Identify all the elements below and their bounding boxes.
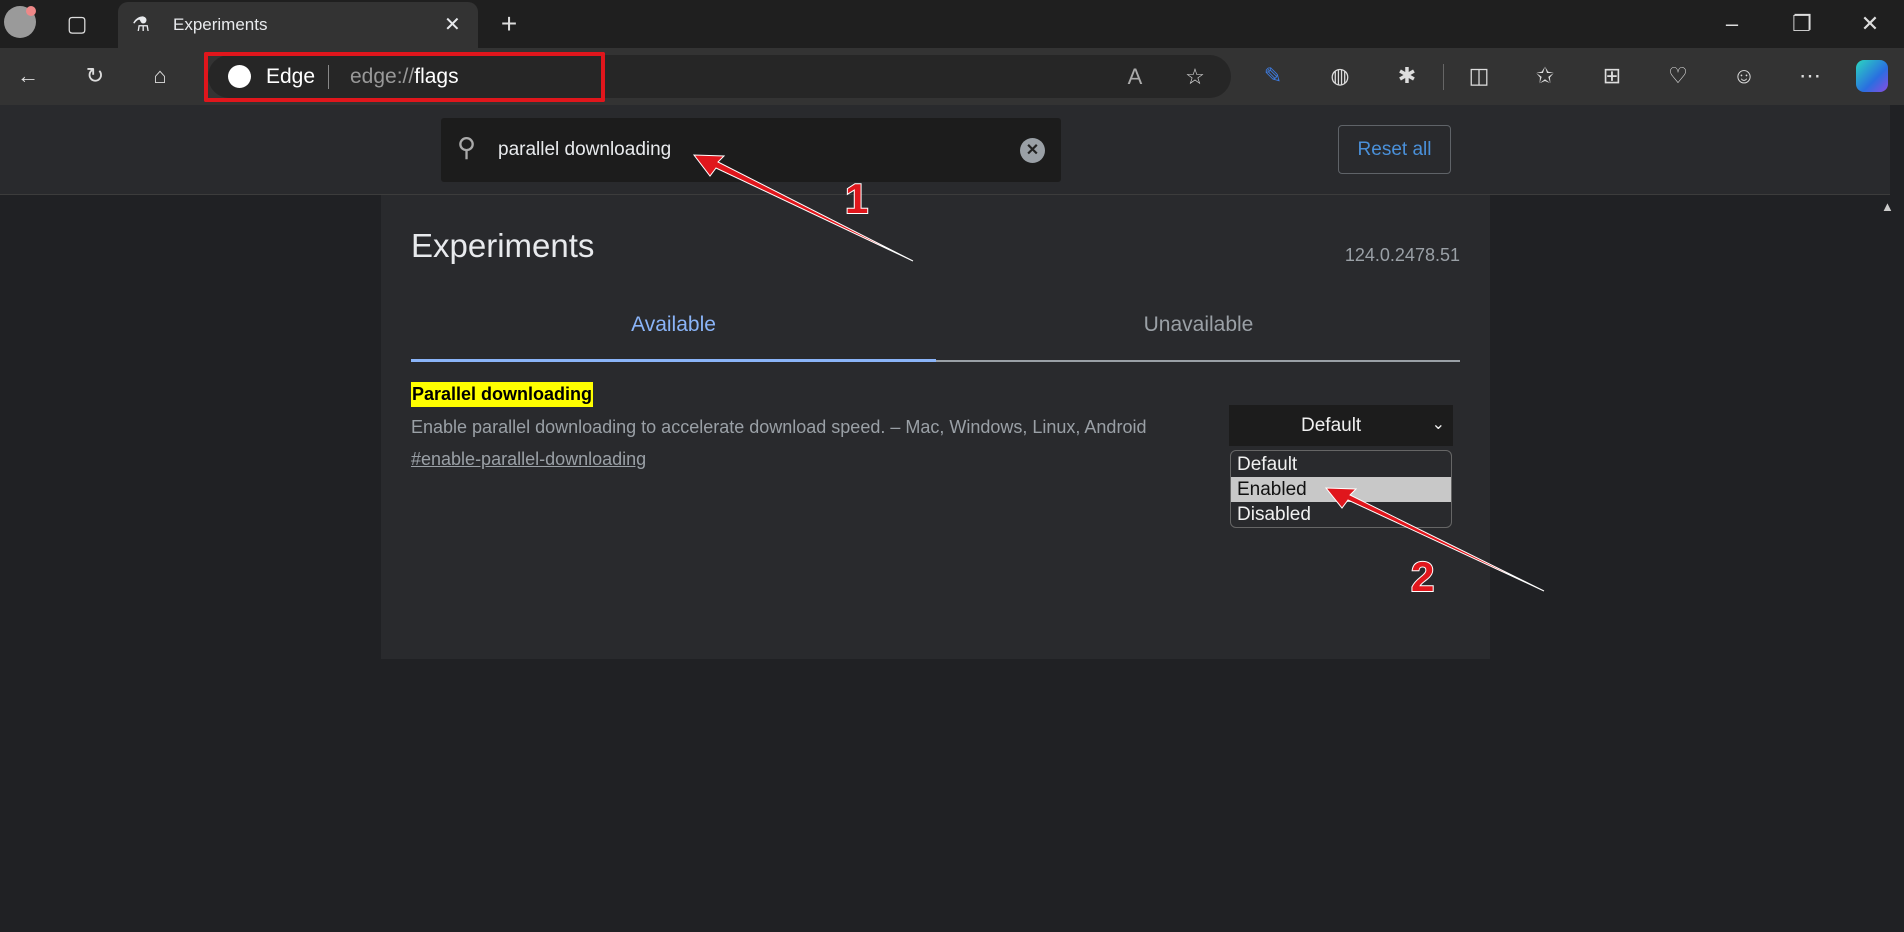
page-title: Experiments — [411, 227, 595, 264]
back-icon[interactable]: ← — [8, 56, 48, 96]
tab-actions-icon[interactable]: ▢ — [57, 4, 97, 44]
minimize-icon[interactable]: – — [1712, 4, 1752, 44]
address-highlight-bottom — [204, 98, 605, 102]
close-window-icon[interactable]: ✕ — [1850, 4, 1890, 44]
search-icon: ⚲ — [457, 132, 477, 162]
search-value: parallel downloading — [498, 139, 672, 160]
copilot-icon[interactable] — [1856, 60, 1888, 92]
favorite-star-icon[interactable]: ☆ — [1175, 57, 1215, 97]
flag-permalink[interactable]: #enable-parallel-downloading — [411, 449, 646, 470]
favorites-icon[interactable]: ✩ — [1525, 56, 1565, 96]
split-screen-icon[interactable]: ◫ — [1459, 56, 1499, 96]
option-enabled[interactable]: Enabled — [1231, 477, 1451, 502]
tab-title: Experiments — [173, 15, 268, 34]
read-aloud-icon[interactable]: A — [1115, 57, 1155, 97]
version-label: 124.0.2478.51 — [1344, 245, 1460, 265]
flag-description: Enable parallel downloading to accelerat… — [411, 417, 1147, 437]
more-icon[interactable]: ⋯ — [1790, 56, 1830, 96]
divider — [328, 65, 329, 89]
clear-search-icon[interactable]: ✕ — [1020, 138, 1045, 163]
scrollbar[interactable]: ▲ — [1872, 195, 1904, 932]
new-tab-icon[interactable]: + — [489, 4, 529, 44]
select-dropdown: Default Enabled Disabled — [1230, 450, 1452, 528]
address-brand: Edge — [266, 65, 316, 88]
chevron-down-icon: ⌄ — [1431, 416, 1445, 433]
step-1-label: 1 — [844, 174, 869, 223]
toolbar: ← ↻ ⌂ Edge edge://flags A ☆ ✎ ◍ ✱ ◫ ✩ ⊞ … — [0, 48, 1904, 105]
flask-icon: ⚗ — [132, 14, 150, 36]
globe-icon[interactable]: ◍ — [1320, 56, 1360, 96]
edge-logo-icon — [228, 65, 251, 88]
notification-dot — [26, 6, 36, 16]
feedback-icon[interactable]: ☺ — [1724, 56, 1764, 96]
extensions-icon[interactable]: ✱ — [1387, 56, 1427, 96]
step-2-label: 2 — [1410, 552, 1435, 601]
tab-experiments[interactable]: ⚗ Experiments ✕ — [118, 2, 478, 48]
url: edge://flags — [350, 65, 459, 88]
select-value: Default — [1301, 415, 1362, 436]
option-disabled[interactable]: Disabled — [1231, 502, 1451, 527]
toolbar-separator — [1443, 64, 1444, 90]
browser-essentials-icon[interactable]: ♡ — [1658, 56, 1698, 96]
close-tab-icon[interactable]: ✕ — [444, 12, 461, 37]
active-tab-indicator — [411, 359, 936, 362]
address-bar[interactable]: Edge edge://flags A ☆ — [208, 55, 1231, 98]
refresh-icon[interactable]: ↻ — [75, 56, 115, 96]
home-icon[interactable]: ⌂ — [140, 56, 180, 96]
flag-name: Parallel downloading — [411, 382, 594, 407]
search-input[interactable]: ⚲ parallel downloading ✕ — [441, 118, 1061, 182]
restore-icon[interactable]: ❐ — [1782, 4, 1822, 44]
scroll-up-icon[interactable]: ▲ — [1881, 199, 1894, 214]
tab-available[interactable]: Available — [411, 313, 936, 337]
tab-strip: ▢ ⚗ Experiments ✕ + – ❐ ✕ — [0, 0, 1904, 48]
collections-icon[interactable]: ⊞ — [1592, 56, 1632, 96]
option-default[interactable]: Default — [1231, 452, 1451, 477]
flag-select[interactable]: Default ⌄ — [1229, 405, 1453, 446]
reset-all-button[interactable]: Reset all — [1338, 125, 1451, 174]
tab-unavailable[interactable]: Unavailable — [936, 313, 1461, 337]
pen-icon[interactable]: ✎ — [1253, 56, 1293, 96]
